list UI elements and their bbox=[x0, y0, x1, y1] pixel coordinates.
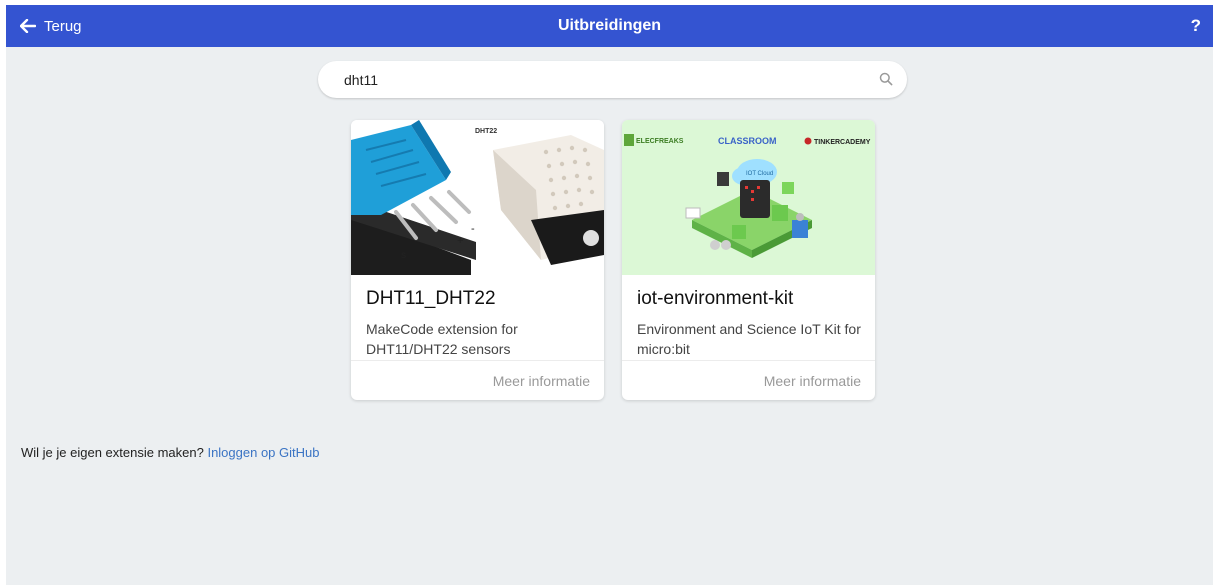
extension-card-iot-environment-kit[interactable]: ELECFREAKS CLASSROOM TINKERCADEMY IOT Cl… bbox=[622, 120, 875, 400]
brand-elecfreaks: ELECFREAKS bbox=[636, 138, 684, 145]
extension-description: MakeCode extension for DHT11/DHT22 senso… bbox=[366, 321, 518, 357]
page-title: Uitbreidingen bbox=[557, 17, 662, 34]
github-login-link[interactable]: Inloggen op GitHub bbox=[207, 445, 319, 460]
extension-description: Environment and Science IoT Kit for micr… bbox=[637, 321, 861, 357]
extensions-dialog: Terug Uitbreidingen ? dht11 s + - DHT22 … bbox=[6, 5, 1213, 585]
image-label: DHT22 bbox=[475, 128, 497, 135]
extension-name: iot-environment-kit bbox=[637, 288, 794, 309]
card-footer: Meer informatie bbox=[351, 360, 604, 400]
header-bar: Terug Uitbreidingen ? bbox=[6, 5, 1213, 47]
extension-name: DHT11_DHT22 bbox=[366, 288, 496, 309]
search-input[interactable] bbox=[344, 61, 864, 98]
extension-image: ELECFREAKS CLASSROOM TINKERCADEMY IOT Cl… bbox=[622, 120, 875, 275]
svg-text:+: + bbox=[457, 235, 463, 247]
svg-text:s: s bbox=[401, 250, 406, 261]
more-info-link[interactable]: Meer informatie bbox=[764, 373, 861, 389]
search-icon[interactable] bbox=[879, 72, 893, 91]
extension-image: s + - DHT22 bbox=[351, 120, 604, 275]
cloud-label: IOT Cloud bbox=[746, 171, 773, 177]
brand-classroom: CLASSROOM bbox=[718, 136, 777, 146]
brand-tinkercademy: TINKERCADEMY bbox=[814, 139, 871, 146]
svg-text:-: - bbox=[471, 223, 475, 235]
extension-card-dht11[interactable]: s + - DHT22 DHT11_DHT22 MakeCode extensi… bbox=[351, 120, 604, 400]
help-button[interactable]: ? bbox=[1191, 5, 1201, 47]
search-box bbox=[318, 61, 907, 98]
github-prompt: Wil je je eigen extensie maken? Inloggen… bbox=[21, 445, 319, 460]
card-footer: Meer informatie bbox=[622, 360, 875, 400]
github-question: Wil je je eigen extensie maken? bbox=[21, 445, 204, 460]
more-info-link[interactable]: Meer informatie bbox=[493, 373, 590, 389]
